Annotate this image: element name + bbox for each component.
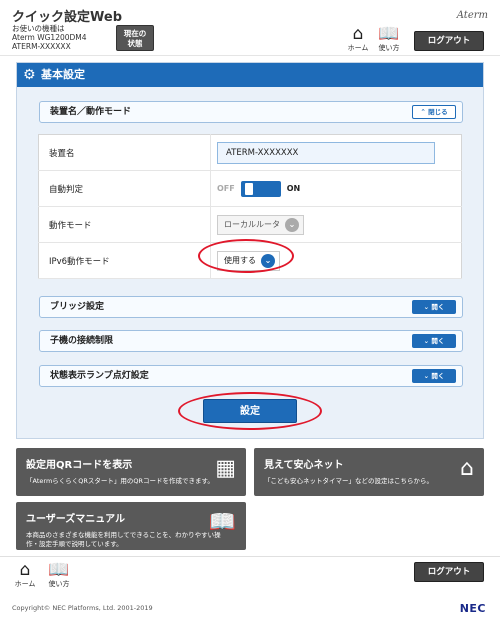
brand-logo: Aterm	[456, 10, 488, 21]
footer-manual-nav[interactable]: 📖 使い方	[46, 562, 72, 589]
current-status-button[interactable]: 現在の 状態	[116, 25, 154, 51]
manual-nav[interactable]: 📖 使い方	[376, 26, 402, 53]
footer-home-label: ホーム	[14, 580, 36, 588]
footer-divider	[0, 556, 500, 557]
auto-detect-toggle[interactable]: OFF ON	[217, 180, 301, 197]
chevron-down-icon: ⌄	[423, 337, 430, 345]
section-device-name-mode[interactable]: 装置名／動作モード ⌃ 閉じる	[39, 101, 463, 123]
tile-desc: 「こども安心ネットタイマー」などの設定はこちらから。	[264, 477, 433, 485]
expand-button[interactable]: ⌄ 開く	[412, 300, 456, 314]
qr-code-tile[interactable]: 設定用QRコードを表示 「AtermらくらくQRスタート」用のQRコードを作成で…	[16, 448, 246, 496]
expand-label: 開く	[431, 303, 445, 311]
toggle-knob	[244, 182, 253, 195]
device-name-label: 装置名	[38, 134, 211, 171]
chevron-down-icon: ⌄	[285, 217, 299, 232]
book-icon: 📖	[48, 560, 70, 580]
collapse-label: 閉じる	[428, 108, 448, 116]
toggle-track[interactable]	[240, 180, 281, 197]
auto-detect-label: 自動判定	[38, 170, 211, 207]
header: クイック設定Web お使いの機種は Aterm WG1200DM4 ATERM-…	[0, 0, 500, 56]
expand-label: 開く	[431, 372, 445, 380]
toggle-on-label: ON	[286, 184, 301, 193]
home-nav-label: ホーム	[347, 44, 369, 52]
ipv6-cell: 使用する ⌄	[210, 242, 462, 279]
section-title: 子機の接続制限	[50, 336, 114, 346]
tile-desc: 「AtermらくらくQRスタート」用のQRコードを作成できます。	[26, 477, 214, 485]
settings-table: 装置名 ATERM-XXXXXXX 自動判定 OFF ON 動作モード ローカル…	[38, 134, 462, 279]
home-icon: ⌂	[19, 560, 31, 580]
tile-title: 設定用QRコードを表示	[26, 460, 133, 471]
manual-nav-label: 使い方	[378, 44, 400, 52]
tile-title: 見えて安心ネット	[264, 460, 344, 471]
ipv6-select[interactable]: 使用する ⌄	[217, 250, 280, 271]
device-name: ATERM-XXXXXX	[12, 42, 71, 51]
book-icon: 📖	[208, 510, 236, 535]
house-search-icon: ⌂	[460, 456, 474, 481]
submit-button[interactable]: 設定	[203, 399, 297, 423]
expand-label: 開く	[431, 337, 445, 345]
ipv6-select-value: 使用する	[224, 256, 256, 265]
nec-logo: NEC	[459, 602, 486, 615]
toggle-off-label: OFF	[217, 184, 235, 193]
chevron-down-icon: ⌄	[261, 253, 275, 268]
section-status-lamp[interactable]: 状態表示ランプ点灯設定 ⌄ 開く	[39, 365, 463, 387]
tile-title: ユーザーズマニュアル	[26, 514, 125, 525]
gear-icon: ⚙	[23, 67, 36, 83]
expand-button[interactable]: ⌄ 開く	[412, 369, 456, 383]
table-row: 動作モード ローカルルータ ⌄	[38, 206, 462, 243]
tile-desc-line2: 作・設定手順で説明しています。	[26, 540, 123, 548]
app-title: クイック設定Web	[12, 10, 122, 25]
mode-label: 動作モード	[38, 206, 211, 243]
copyright: Copyright© NEC Platforms, Ltd. 2001-2019	[12, 604, 153, 612]
device-info: お使いの機種は Aterm WG1200DM4 ATERM-XXXXXX	[12, 24, 87, 51]
section-title: 装置名／動作モード	[50, 107, 132, 117]
section-bridge[interactable]: ブリッジ設定 ⌄ 開く	[39, 296, 463, 318]
tile-desc-line1: 本商品のさまざまな機能を利用してできることを、わかりやすい操	[26, 531, 221, 539]
device-label: お使いの機種は	[12, 24, 65, 33]
footer-logout-button[interactable]: ログアウト	[414, 562, 484, 582]
device-name-cell: ATERM-XXXXXXX	[210, 134, 462, 171]
device-name-input[interactable]: ATERM-XXXXXXX	[217, 141, 435, 164]
footer-manual-label: 使い方	[48, 580, 70, 588]
table-row: IPv6動作モード 使用する ⌄	[38, 242, 462, 279]
collapse-button[interactable]: ⌃ 閉じる	[412, 105, 456, 119]
user-manual-tile[interactable]: ユーザーズマニュアル 本商品のさまざまな機能を利用してできることを、わかりやすい…	[16, 502, 246, 550]
status-button-line1: 現在の	[123, 29, 147, 38]
chevron-up-icon: ⌃	[420, 108, 426, 116]
section-client-limit[interactable]: 子機の接続制限 ⌄ 開く	[39, 330, 463, 352]
home-icon: ⌂	[352, 24, 364, 44]
panel-title: 基本設定	[41, 68, 85, 81]
chevron-down-icon: ⌄	[423, 303, 430, 311]
tile-desc: 本商品のさまざまな機能を利用してできることを、わかりやすい操 作・設定手順で説明…	[26, 531, 236, 549]
auto-detect-cell: OFF ON	[210, 170, 462, 207]
qr-code-icon: ▦	[215, 456, 236, 481]
section-title: ブリッジ設定	[50, 302, 105, 312]
expand-button[interactable]: ⌄ 開く	[412, 334, 456, 348]
book-icon: 📖	[378, 24, 400, 44]
mode-cell: ローカルルータ ⌄	[210, 206, 462, 243]
panel-header: ⚙ 基本設定	[17, 63, 483, 87]
section-title: 状態表示ランプ点灯設定	[50, 371, 149, 381]
device-model: Aterm WG1200DM4	[12, 33, 87, 42]
safety-net-tile[interactable]: 見えて安心ネット 「こども安心ネットタイマー」などの設定はこちらから。 ⌂	[254, 448, 484, 496]
home-nav[interactable]: ⌂ ホーム	[345, 26, 371, 53]
table-row: 装置名 ATERM-XXXXXXX	[38, 134, 462, 171]
mode-select[interactable]: ローカルルータ ⌄	[217, 214, 304, 235]
mode-select-value: ローカルルータ	[224, 220, 280, 229]
status-button-line2: 状態	[127, 39, 143, 48]
ipv6-label: IPv6動作モード	[38, 242, 211, 279]
logout-button[interactable]: ログアウト	[414, 31, 484, 51]
footer-home-nav[interactable]: ⌂ ホーム	[12, 562, 38, 589]
chevron-down-icon: ⌄	[423, 372, 430, 380]
table-row: 自動判定 OFF ON	[38, 170, 462, 207]
